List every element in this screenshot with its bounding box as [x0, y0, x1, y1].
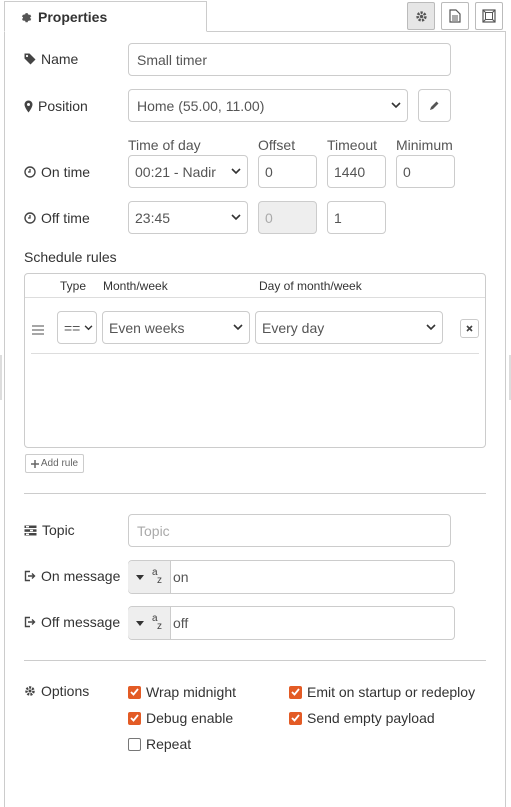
- checkbox-checked[interactable]: [128, 711, 141, 725]
- checkbox-checked[interactable]: [128, 685, 141, 699]
- position-label: Position: [24, 98, 88, 114]
- on-time-label: On time: [24, 164, 90, 180]
- schedule-rules-label: Schedule rules: [24, 249, 117, 265]
- off-time-select[interactable]: 23:45: [128, 201, 248, 234]
- col-offset: Offset: [258, 137, 296, 153]
- caret-down-icon: [136, 574, 144, 580]
- file-text-icon: [449, 9, 461, 23]
- chevron-down-icon: [233, 324, 243, 331]
- option-repeat[interactable]: Repeat: [128, 736, 191, 752]
- gear-icon: [25, 686, 35, 696]
- option-send-empty-payload[interactable]: Send empty payload: [289, 710, 435, 726]
- off-minimum-input[interactable]: 1: [327, 201, 386, 234]
- drag-handle-icon[interactable]: [32, 322, 44, 335]
- rule-day-value: Every day: [262, 319, 325, 336]
- rules-header-month-week: Month/week: [103, 279, 168, 293]
- chevron-down-icon: [391, 102, 401, 109]
- on-message-value: on: [173, 569, 189, 585]
- option-emit-on-startup[interactable]: Emit on startup or redeploy: [289, 684, 475, 700]
- rule-operator-value: ==: [64, 319, 81, 336]
- off-message-input[interactable]: off: [128, 606, 455, 640]
- off-message-type-button[interactable]: az: [128, 607, 171, 639]
- col-time-of-day: Time of day: [128, 137, 201, 153]
- window-icon: [482, 9, 496, 23]
- on-time-value: 00:21 - Nadir: [135, 163, 216, 180]
- chevron-down-icon: [231, 214, 241, 221]
- off-message-label: Off message: [24, 614, 120, 630]
- rule-operator-select[interactable]: ==: [57, 311, 97, 344]
- on-offset-input[interactable]: 0: [258, 155, 317, 188]
- string-type-icon: az: [152, 613, 162, 632]
- chevron-down-icon: [84, 324, 93, 330]
- name-input[interactable]: Small timer: [128, 43, 451, 76]
- option-wrap-midnight[interactable]: Wrap midnight: [128, 684, 236, 700]
- add-rule-button[interactable]: Add rule: [25, 454, 84, 473]
- rule-month-week-select[interactable]: Even weeks: [102, 311, 250, 344]
- on-message-label: On message: [24, 568, 120, 584]
- map-marker-icon: [24, 100, 33, 112]
- section-divider-2: [24, 660, 486, 661]
- option-label: Debug enable: [146, 710, 234, 726]
- col-timeout: Timeout: [327, 137, 378, 153]
- options-label: Options: [24, 683, 89, 699]
- checkbox-checked[interactable]: [289, 685, 302, 699]
- on-message-input[interactable]: on: [128, 560, 455, 594]
- on-message-type-button[interactable]: az: [128, 561, 171, 593]
- topic-placeholder: Topic: [137, 522, 170, 539]
- tab-title: Properties: [38, 8, 108, 25]
- on-timeout-input[interactable]: 1440: [327, 155, 386, 188]
- chevron-down-icon: [231, 168, 241, 175]
- gear-icon: [21, 12, 32, 22]
- appearance-tab-button[interactable]: [475, 2, 503, 30]
- position-select[interactable]: Home (55.00, 11.00): [128, 89, 408, 122]
- option-debug-enable[interactable]: Debug enable: [128, 710, 233, 726]
- checkbox-unchecked[interactable]: [128, 737, 141, 751]
- position-select-value: Home (55.00, 11.00): [137, 97, 265, 114]
- string-type-icon: az: [152, 567, 162, 586]
- rule-month-week-value: Even weeks: [109, 319, 185, 336]
- option-label: Send empty payload: [307, 710, 435, 726]
- close-icon: [466, 325, 473, 332]
- clock-icon: [24, 212, 36, 224]
- tag-icon: [24, 53, 36, 65]
- off-time-value: 23:45: [135, 209, 171, 226]
- col-minimum: Minimum: [396, 137, 453, 153]
- on-minimum-input[interactable]: 0: [396, 155, 455, 188]
- off-offset-input: 0: [258, 201, 317, 234]
- remove-rule-button[interactable]: [460, 319, 479, 338]
- settings-tab-button[interactable]: [407, 2, 435, 30]
- caret-down-icon: [136, 620, 144, 626]
- add-rule-label: Add rule: [40, 458, 79, 469]
- plus-icon: [30, 459, 39, 468]
- chevron-down-icon: [426, 324, 436, 331]
- left-edge-divider: [0, 355, 2, 400]
- clock-icon: [24, 166, 36, 178]
- tab-properties[interactable]: Properties: [4, 1, 207, 32]
- topic-input[interactable]: Topic: [128, 514, 451, 547]
- sign-out-icon: [24, 616, 36, 628]
- description-tab-button[interactable]: [441, 2, 469, 30]
- schedule-rules-list: [24, 273, 486, 448]
- rule-day-select[interactable]: Every day: [255, 311, 443, 344]
- edit-position-button[interactable]: [418, 89, 451, 122]
- gear-icon: [415, 10, 427, 22]
- option-label: Wrap midnight: [146, 684, 237, 700]
- topic-label: Topic: [24, 522, 75, 538]
- rules-header-day: Day of month/week: [259, 279, 362, 293]
- sign-out-icon: [24, 570, 36, 582]
- name-label: Name: [24, 51, 78, 67]
- option-label: Emit on startup or redeploy: [307, 684, 476, 700]
- checkbox-checked[interactable]: [289, 711, 302, 725]
- on-time-select[interactable]: 00:21 - Nadir: [128, 155, 248, 188]
- rules-header-type: Type: [60, 279, 87, 293]
- rules-header-divider: [25, 297, 485, 298]
- rule-row-divider: [31, 353, 479, 354]
- section-divider-1: [24, 493, 486, 494]
- tasks-icon: [24, 525, 37, 535]
- option-label: Repeat: [146, 736, 192, 752]
- off-message-value: off: [173, 615, 189, 631]
- pencil-icon: [430, 101, 439, 110]
- off-time-label: Off time: [24, 210, 90, 226]
